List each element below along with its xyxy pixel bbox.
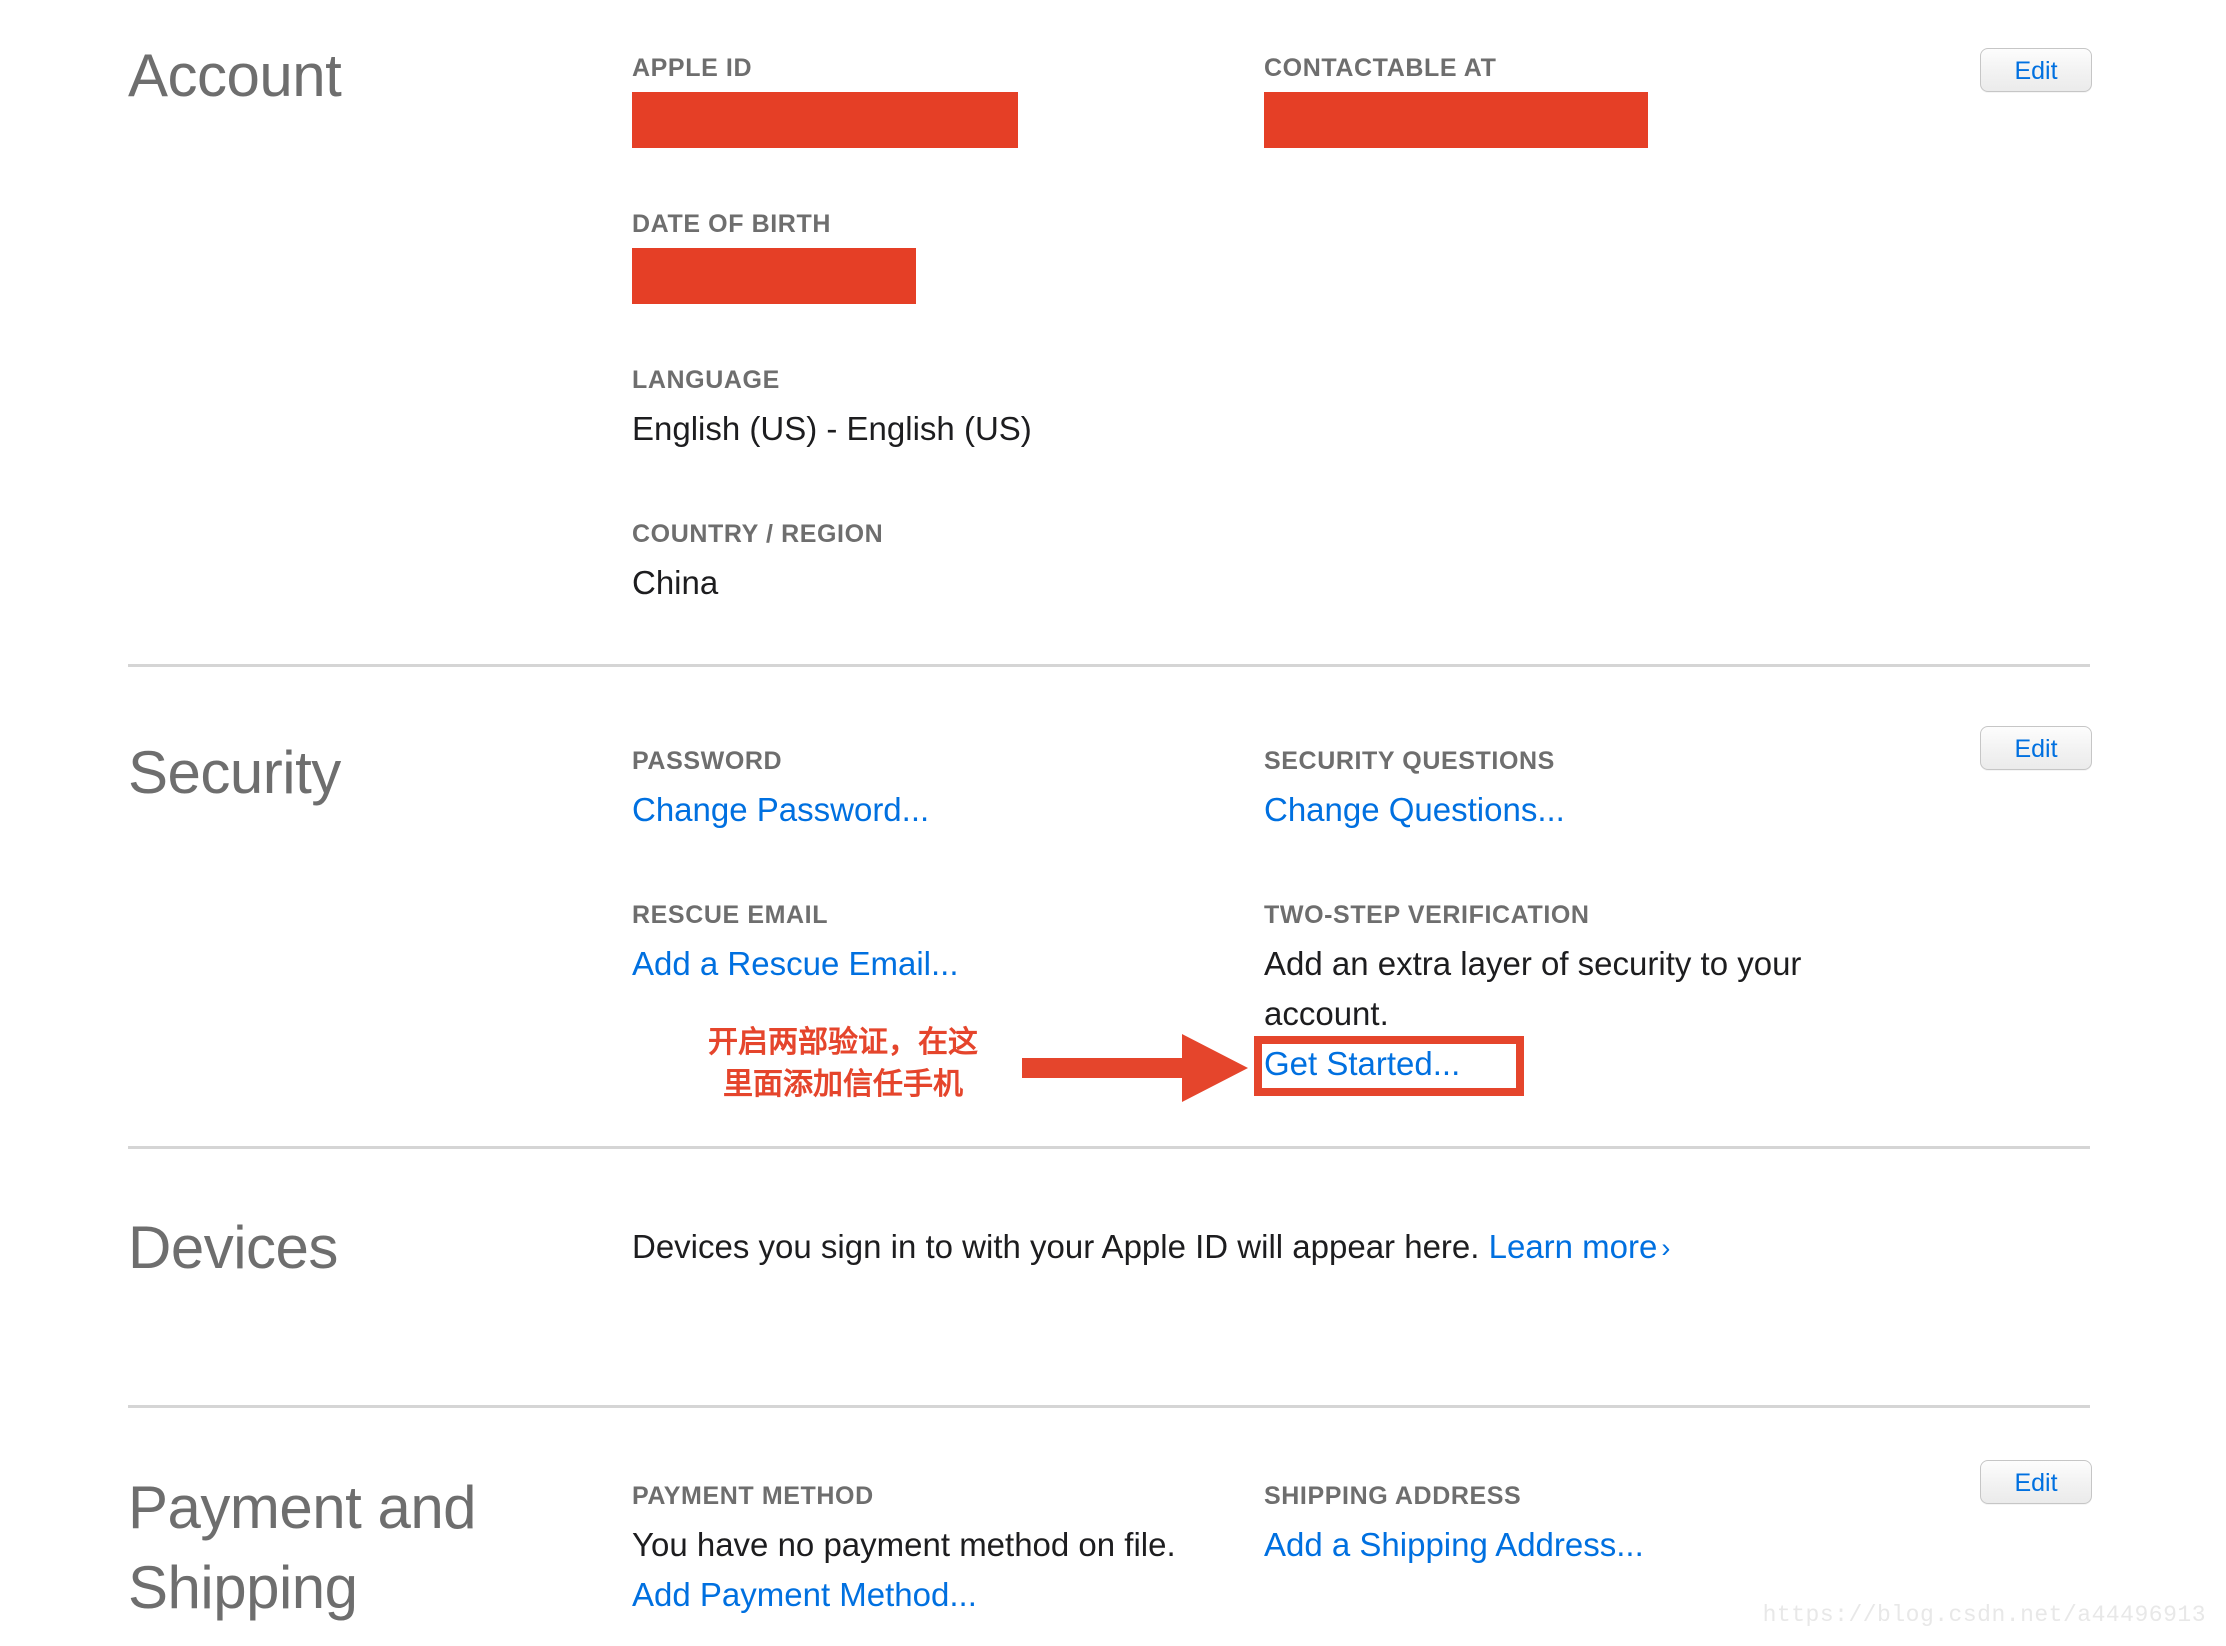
add-shipping-address-link[interactable]: Add a Shipping Address... bbox=[1264, 1526, 1644, 1563]
add-payment-method-link[interactable]: Add Payment Method... bbox=[632, 1576, 977, 1613]
field-value-language: English (US) - English (US) bbox=[632, 404, 1032, 454]
field-apple-id: APPLE ID bbox=[632, 52, 1018, 148]
field-label-country-region: COUNTRY / REGION bbox=[632, 518, 883, 550]
redacted-date-of-birth-value bbox=[632, 248, 916, 304]
field-payment-method: PAYMENT METHOD You have no payment metho… bbox=[632, 1480, 1232, 1620]
field-devices-description: Devices you sign in to with your Apple I… bbox=[632, 1222, 1832, 1272]
page-title-security: Security bbox=[128, 733, 598, 813]
add-rescue-email-link[interactable]: Add a Rescue Email... bbox=[632, 945, 959, 982]
get-started-link[interactable]: Get Started... bbox=[1264, 1045, 1460, 1082]
field-label-date-of-birth: DATE OF BIRTH bbox=[632, 208, 916, 240]
page-title-payment-shipping: Payment and Shipping bbox=[128, 1468, 598, 1628]
field-two-step-verification: TWO-STEP VERIFICATION Add an extra layer… bbox=[1264, 899, 1844, 1089]
field-contactable-at: CONTACTABLE AT bbox=[1264, 52, 1648, 148]
devices-description-text: Devices you sign in to with your Apple I… bbox=[632, 1228, 1479, 1265]
payment-method-status-text: You have no payment method on file. bbox=[632, 1520, 1232, 1570]
redacted-contactable-at-value bbox=[1264, 92, 1648, 148]
edit-button-account[interactable]: Edit bbox=[1980, 48, 2092, 92]
field-label-rescue-email: RESCUE EMAIL bbox=[632, 899, 959, 931]
field-country-region: COUNTRY / REGION China bbox=[632, 518, 883, 608]
learn-more-link[interactable]: Learn more bbox=[1489, 1228, 1658, 1265]
field-label-password: PASSWORD bbox=[632, 745, 929, 777]
field-rescue-email: RESCUE EMAIL Add a Rescue Email... bbox=[632, 899, 959, 989]
field-label-security-questions: SECURITY QUESTIONS bbox=[1264, 745, 1565, 777]
field-label-shipping-address: SHIPPING ADDRESS bbox=[1264, 1480, 1864, 1512]
divider-account-security bbox=[128, 664, 2090, 667]
divider-security-devices bbox=[128, 1146, 2090, 1149]
field-label-language: LANGUAGE bbox=[632, 364, 1032, 396]
field-shipping-address: SHIPPING ADDRESS Add a Shipping Address.… bbox=[1264, 1480, 1864, 1570]
annotation-arrow-icon bbox=[1022, 1028, 1252, 1113]
page-title-devices: Devices bbox=[128, 1208, 598, 1288]
edit-button-payment-shipping[interactable]: Edit bbox=[1980, 1460, 2092, 1504]
two-step-verification-description: Add an extra layer of security to your a… bbox=[1264, 939, 1844, 1039]
edit-button-security[interactable]: Edit bbox=[1980, 726, 2092, 770]
change-password-link[interactable]: Change Password... bbox=[632, 791, 929, 828]
divider-devices-payment bbox=[128, 1405, 2090, 1408]
field-value-country-region: China bbox=[632, 558, 883, 608]
page-title-account: Account bbox=[128, 36, 598, 116]
field-password: PASSWORD Change Password... bbox=[632, 745, 929, 835]
field-date-of-birth: DATE OF BIRTH bbox=[632, 208, 916, 304]
field-security-questions: SECURITY QUESTIONS Change Questions... bbox=[1264, 745, 1565, 835]
chevron-right-icon: › bbox=[1657, 1233, 1670, 1263]
field-language: LANGUAGE English (US) - English (US) bbox=[632, 364, 1032, 454]
change-questions-link[interactable]: Change Questions... bbox=[1264, 791, 1565, 828]
annotation-note-text: 开启两部验证，在这 里面添加信任手机 bbox=[698, 1022, 988, 1106]
redacted-apple-id-value bbox=[632, 92, 1018, 148]
watermark-text: https://blog.csdn.net/a44496913 bbox=[1763, 1602, 2206, 1628]
field-label-payment-method: PAYMENT METHOD bbox=[632, 1480, 1232, 1512]
field-label-two-step-verification: TWO-STEP VERIFICATION bbox=[1264, 899, 1844, 931]
field-label-contactable-at: CONTACTABLE AT bbox=[1264, 52, 1648, 84]
apple-id-account-page: Account APPLE ID CONTACTABLE AT DATE OF … bbox=[0, 0, 2226, 1646]
field-label-apple-id: APPLE ID bbox=[632, 52, 1018, 84]
